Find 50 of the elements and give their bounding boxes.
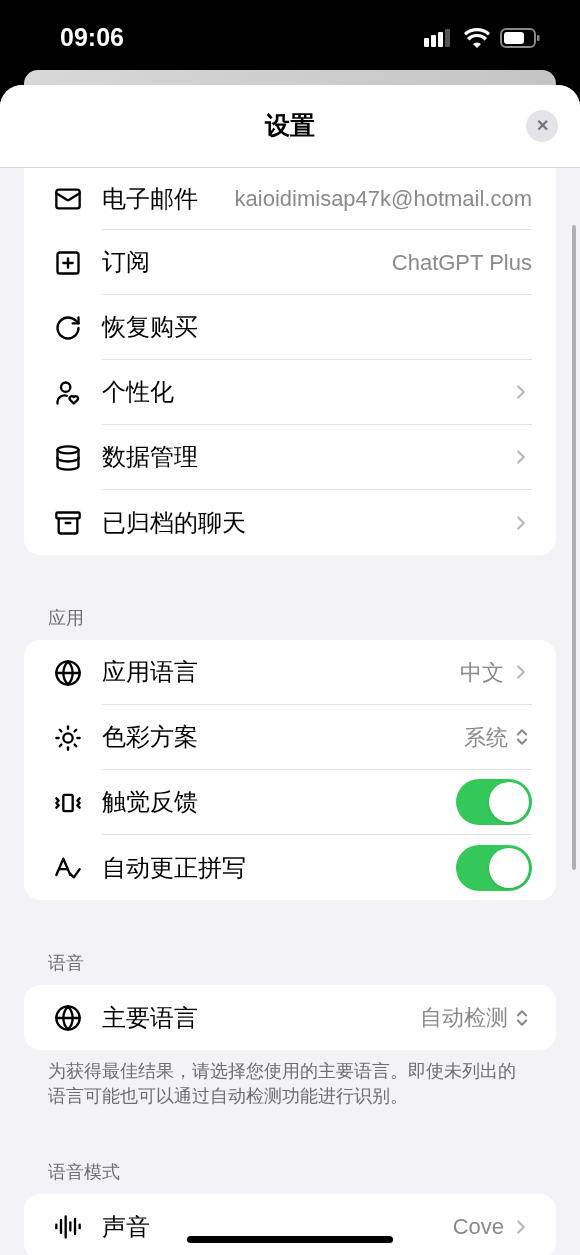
row-label: 应用语言 (102, 657, 198, 687)
wifi-icon (464, 28, 490, 48)
settings-row[interactable]: 自动更正拼写 (24, 835, 556, 900)
row-label: 已归档的聊天 (102, 507, 246, 538)
status-time: 09:06 (60, 22, 124, 54)
row-label: 个性化 (102, 377, 174, 407)
sound-wave-icon (54, 1212, 82, 1241)
sheet-title: 设置 (265, 110, 315, 142)
row-label: 触觉反馈 (102, 787, 198, 817)
globe-icon (54, 658, 82, 687)
section-header: 应用 (47, 607, 85, 630)
battery-icon (500, 28, 540, 48)
row-label: 订阅 (102, 247, 150, 277)
settings-row[interactable]: 恢复购买 (24, 295, 556, 360)
row-label: 电子邮件 (102, 183, 198, 214)
footnote: 为获得最佳结果，请选择您使用的主要语言。即使未列出的语言可能也可以通过自动检测功能进行识别。 (47, 1060, 517, 1108)
settings-row[interactable]: 主要语言 自动检测 (24, 985, 556, 1050)
row-value: 中文 (460, 658, 504, 687)
row-label: 主要语言 (102, 1002, 198, 1033)
toggle-switch[interactable] (456, 844, 532, 891)
settings-row[interactable]: 声音 Cove (24, 1194, 556, 1255)
settings-row[interactable]: 个性化 (24, 360, 556, 425)
row-label: 色彩方案 (102, 722, 198, 752)
person-heart-icon (54, 378, 82, 407)
row-label: 数据管理 (102, 442, 198, 472)
close-button[interactable]: ✕ (526, 110, 558, 142)
row-label: 恢复购买 (102, 312, 198, 342)
settings-row[interactable]: 电子邮件 kaioidimisap47k@hotmail.com (24, 168, 556, 230)
settings-row[interactable]: 订阅 ChatGPT Plus (24, 230, 556, 295)
row-value: ChatGPT Plus (391, 248, 532, 277)
settings-row[interactable]: 已归档的聊天 (24, 490, 556, 555)
plus-square-icon (54, 248, 82, 277)
row-value: 自动检测 (420, 1004, 508, 1032)
settings-row[interactable]: 应用语言 中文 (24, 640, 556, 705)
section-header: 语音 (47, 952, 85, 975)
database-icon (54, 443, 82, 472)
settings-row[interactable]: 数据管理 (24, 425, 556, 490)
settings-row[interactable]: 色彩方案 系统 (24, 705, 556, 770)
globe-icon (54, 1003, 82, 1032)
row-value: kaioidimisap47k@hotmail.com (234, 184, 532, 213)
row-value: Cove (452, 1213, 504, 1241)
row-value: 系统 (464, 723, 508, 752)
toggle-switch[interactable] (456, 779, 532, 825)
row-label: 自动更正拼写 (102, 852, 246, 883)
row-label: 声音 (102, 1211, 150, 1242)
section-header: 语音模式 (47, 1161, 121, 1184)
settings-row[interactable]: 触觉反馈 (24, 770, 556, 835)
sun-icon (54, 723, 82, 752)
archive-icon (54, 508, 82, 537)
refresh-icon (54, 313, 82, 342)
